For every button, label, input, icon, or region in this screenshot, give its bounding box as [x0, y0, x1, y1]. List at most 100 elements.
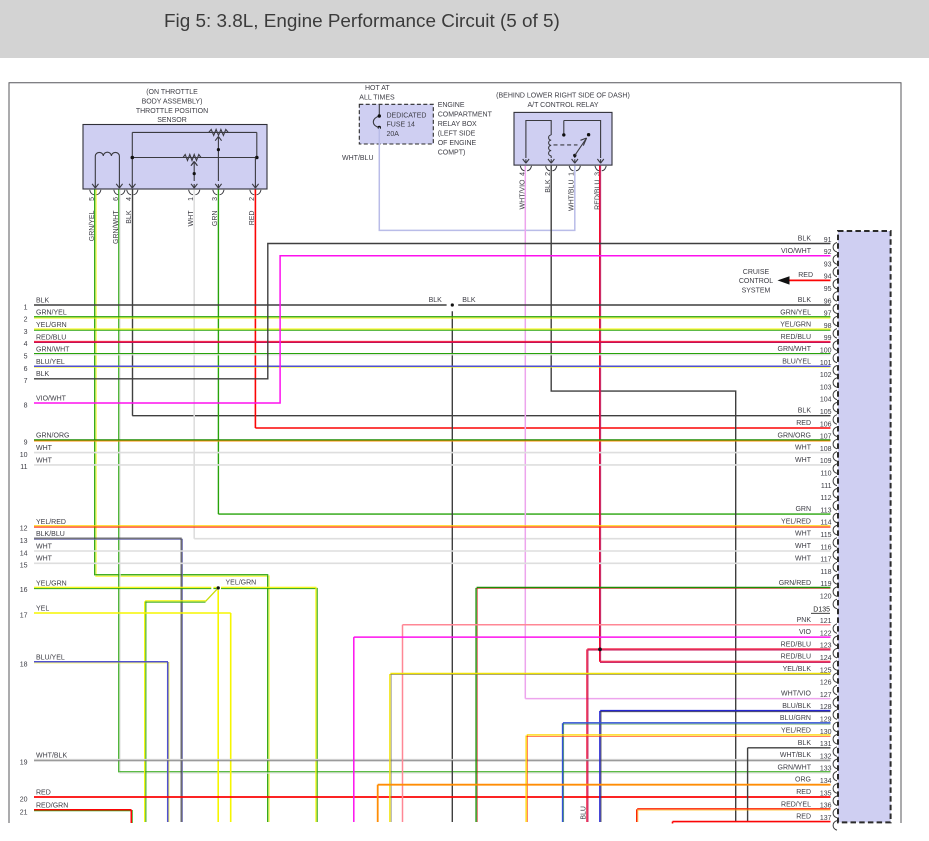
svg-text:SYSTEM: SYSTEM	[742, 287, 771, 294]
svg-text:9: 9	[24, 440, 28, 447]
svg-text:5: 5	[24, 354, 28, 361]
svg-text:WHT: WHT	[36, 543, 53, 550]
svg-text:92: 92	[824, 249, 832, 256]
svg-text:WHT/BLK: WHT/BLK	[780, 752, 811, 759]
svg-text:116: 116	[820, 544, 831, 551]
svg-text:13: 13	[20, 538, 28, 545]
svg-text:BLK: BLK	[798, 297, 812, 304]
svg-text:GRN/YEL: GRN/YEL	[36, 310, 67, 317]
svg-text:19: 19	[20, 759, 28, 766]
svg-text:133: 133	[820, 766, 832, 773]
svg-text:134: 134	[820, 778, 832, 785]
svg-text:112: 112	[820, 495, 831, 502]
svg-text:1: 1	[24, 304, 28, 311]
svg-text:YEL: YEL	[36, 605, 49, 612]
svg-text:HOT AT: HOT AT	[365, 85, 390, 92]
svg-text:94: 94	[824, 274, 832, 281]
svg-text:119: 119	[820, 581, 831, 588]
svg-text:GRN: GRN	[795, 506, 811, 513]
svg-text:RELAY BOX: RELAY BOX	[438, 121, 477, 128]
svg-text:127: 127	[820, 692, 832, 699]
svg-text:132: 132	[820, 753, 832, 760]
svg-text:RED/GRN: RED/GRN	[36, 802, 68, 809]
svg-text:WHT: WHT	[795, 531, 812, 538]
svg-text:98: 98	[824, 323, 832, 330]
svg-text:WHT: WHT	[795, 457, 812, 464]
svg-text:RED: RED	[798, 272, 813, 279]
svg-text:D135: D135	[813, 607, 830, 614]
svg-text:BLU: BLU	[581, 806, 588, 820]
svg-text:RED: RED	[796, 789, 811, 796]
svg-text:BLK: BLK	[462, 297, 476, 304]
svg-text:BLK: BLK	[798, 740, 812, 747]
svg-text:128: 128	[820, 704, 832, 711]
svg-text:YEL/RED: YEL/RED	[781, 518, 811, 525]
svg-text:107: 107	[820, 434, 832, 441]
svg-text:BLK: BLK	[36, 371, 50, 378]
svg-text:DEDICATED: DEDICATED	[387, 112, 427, 119]
svg-text:RED/BLU: RED/BLU	[781, 641, 811, 648]
svg-text:YEL/GRN: YEL/GRN	[36, 322, 67, 329]
svg-text:RED: RED	[36, 789, 51, 796]
svg-text:106: 106	[820, 421, 832, 428]
svg-text:RED/BLU: RED/BLU	[781, 654, 811, 661]
svg-text:130: 130	[820, 729, 832, 736]
svg-text:109: 109	[820, 458, 832, 465]
svg-text:(ON THROTTLE: (ON THROTTLE	[146, 89, 198, 96]
svg-text:96: 96	[824, 298, 832, 305]
svg-text:124: 124	[820, 655, 832, 662]
svg-text:12: 12	[20, 526, 28, 533]
svg-text:10: 10	[20, 452, 28, 459]
svg-text:110: 110	[820, 471, 831, 478]
svg-text:BLU/YEL: BLU/YEL	[782, 359, 811, 366]
svg-text:YEL/GRN: YEL/GRN	[780, 322, 811, 329]
svg-text:102: 102	[820, 372, 832, 379]
svg-text:11: 11	[20, 464, 27, 471]
svg-text:103: 103	[820, 384, 832, 391]
svg-text:BLU/YEL: BLU/YEL	[36, 654, 65, 661]
svg-text:6: 6	[24, 366, 28, 373]
svg-text:129: 129	[820, 717, 832, 724]
svg-text:120: 120	[820, 594, 832, 601]
svg-text:108: 108	[820, 446, 832, 453]
svg-text:123: 123	[820, 643, 832, 650]
svg-text:93: 93	[824, 261, 832, 268]
svg-text:WHT: WHT	[795, 555, 812, 562]
svg-text:WHT: WHT	[36, 445, 53, 452]
svg-text:YEL/GRN: YEL/GRN	[36, 580, 67, 587]
svg-text:GRN/RED: GRN/RED	[779, 580, 811, 587]
svg-text:118: 118	[820, 569, 831, 576]
svg-text:114: 114	[820, 520, 831, 527]
svg-text:WHT/BLK: WHT/BLK	[36, 753, 67, 760]
svg-text:CRUISE: CRUISE	[743, 269, 770, 276]
svg-text:RED: RED	[796, 814, 811, 821]
svg-text:95: 95	[824, 286, 832, 293]
svg-text:91: 91	[824, 237, 832, 244]
svg-text:105: 105	[820, 409, 832, 416]
svg-text:VIO: VIO	[799, 629, 812, 636]
svg-text:111: 111	[821, 483, 832, 490]
svg-text:137: 137	[820, 815, 832, 822]
svg-text:YEL/RED: YEL/RED	[36, 519, 66, 526]
svg-text:BLU/BLK: BLU/BLK	[782, 703, 811, 710]
svg-text:100: 100	[820, 348, 832, 355]
svg-text:101: 101	[820, 360, 832, 367]
svg-text:15: 15	[20, 563, 28, 570]
svg-text:14: 14	[20, 550, 28, 557]
svg-text:BLK: BLK	[798, 408, 812, 415]
svg-text:RED/BLU: RED/BLU	[36, 334, 66, 341]
svg-text:131: 131	[820, 741, 832, 748]
svg-text:FUSE 14: FUSE 14	[387, 122, 416, 129]
svg-text:ORG: ORG	[795, 777, 811, 784]
svg-text:PNK: PNK	[797, 617, 812, 624]
svg-text:2: 2	[24, 317, 28, 324]
svg-text:SENSOR: SENSOR	[157, 117, 187, 124]
svg-text:3: 3	[24, 329, 28, 336]
svg-text:YEL/RED: YEL/RED	[781, 728, 811, 735]
svg-text:16: 16	[20, 587, 28, 594]
svg-text:GRN/ORG: GRN/ORG	[36, 433, 69, 440]
svg-text:VIO/WHT: VIO/WHT	[781, 248, 812, 255]
svg-text:125: 125	[820, 667, 832, 674]
svg-text:18: 18	[20, 661, 28, 668]
svg-text:RED/BLU: RED/BLU	[781, 334, 811, 341]
